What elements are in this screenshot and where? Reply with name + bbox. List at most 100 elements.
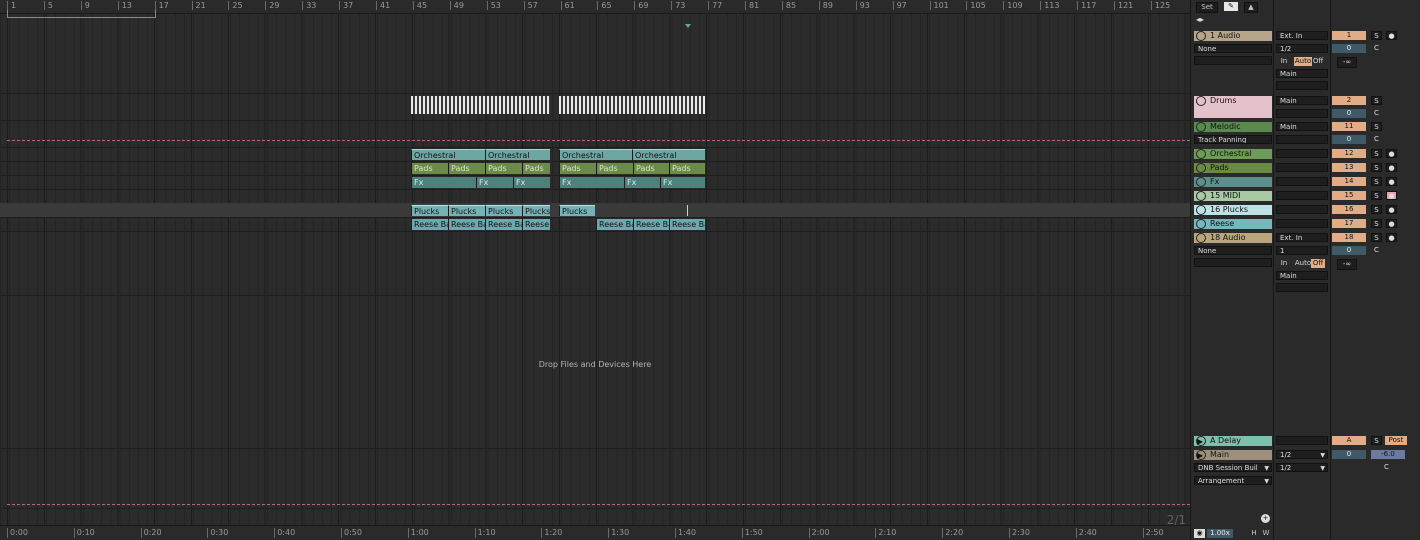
pencil-icon[interactable]: ✎ (1224, 2, 1238, 11)
arm-record-icon[interactable]: ● (1386, 191, 1397, 200)
arm-record-icon[interactable]: ● (1386, 163, 1397, 172)
solo-button[interactable]: S (1371, 233, 1382, 242)
track-header[interactable]: Melodic (1194, 122, 1272, 132)
track-toggle-icon[interactable] (1196, 96, 1206, 106)
zoom-readout[interactable]: 1.00x (1207, 529, 1233, 538)
track-volume[interactable]: 0 (1332, 135, 1366, 144)
track-toggle-icon[interactable] (1196, 233, 1206, 243)
clip-pads[interactable]: Pads (633, 163, 669, 174)
drums-clip[interactable] (411, 96, 550, 114)
track-toggle-icon[interactable] (1196, 219, 1206, 229)
track-toggle-icon[interactable] (1196, 191, 1206, 201)
solo-button[interactable]: S (1371, 31, 1382, 40)
track-toggle-icon[interactable] (1196, 177, 1206, 187)
lane-1-audio[interactable] (0, 13, 1190, 94)
nav-arrows-icon[interactable]: ◂▸ (1196, 15, 1204, 24)
main-cue-select[interactable]: 1/2 ▼ (1276, 463, 1328, 472)
main-device-select[interactable]: DNB Session Buil ▼ (1194, 463, 1272, 472)
clip-pads[interactable]: Pads (485, 163, 522, 174)
main-track-header[interactable]: ▶ Main (1194, 450, 1272, 460)
output-select[interactable]: Main (1276, 271, 1328, 280)
clip-pads[interactable]: Pads (669, 163, 705, 174)
monitor-auto-button[interactable]: Auto (1294, 57, 1312, 66)
time-ruler[interactable]: 0:00 0:10 0:20 0:30 0:40 0:50 1:00 1:10 1:20 1:30… (0, 525, 1190, 540)
solo-button[interactable]: S (1371, 122, 1382, 131)
clip-fx[interactable]: Fx (411, 177, 476, 188)
input-sub-select[interactable]: None (1194, 44, 1272, 53)
track-toggle-icon[interactable]: ▶ (1196, 450, 1206, 460)
main-volume[interactable]: 0 (1332, 450, 1366, 459)
panning-mode-select[interactable]: Track Panning (1194, 135, 1272, 144)
track-header[interactable]: 18 Audio (1194, 233, 1272, 243)
drums-clip[interactable] (559, 96, 705, 114)
track-pan[interactable]: C (1371, 135, 1382, 144)
clip-reese[interactable]: Reese Bas (596, 219, 633, 230)
clip-pads[interactable]: Pads (559, 163, 596, 174)
track-header[interactable]: Fx (1194, 177, 1272, 187)
clip-pads[interactable]: Pads (448, 163, 485, 174)
clip-fx[interactable]: Fx (513, 177, 550, 188)
main-pan[interactable]: C (1381, 463, 1392, 472)
return-post-button[interactable]: Post (1385, 436, 1407, 445)
clip-fx[interactable]: Fx (476, 177, 513, 188)
clip-plucks[interactable]: Plucks (485, 205, 522, 216)
monitor-off-button[interactable]: Off (1311, 57, 1325, 66)
arm-record-icon[interactable]: ● (1386, 219, 1397, 228)
clip-orchestral[interactable]: Orchestral (485, 149, 550, 160)
clip-reese[interactable]: Reese Bas (633, 219, 669, 230)
solo-button[interactable]: S (1371, 191, 1382, 200)
input-channel-select[interactable]: 1 (1276, 246, 1328, 255)
main-db-readout[interactable]: -6.0 (1371, 450, 1405, 459)
clip-orchestral[interactable]: Orchestral (411, 149, 485, 160)
track-header[interactable]: 1 Audio (1194, 31, 1272, 41)
return-output-box[interactable] (1276, 436, 1328, 445)
monitor-off-button[interactable]: Off (1311, 259, 1325, 268)
playhead-marker-icon[interactable] (685, 24, 691, 28)
return-track-header[interactable]: ▶ A Delay (1194, 436, 1272, 446)
lane-18-audio[interactable] (0, 231, 1190, 296)
clip-pads[interactable]: Pads (522, 163, 550, 174)
track-toggle-icon[interactable]: ▶ (1196, 436, 1206, 446)
lane-melodic[interactable] (0, 120, 1190, 148)
clip-pads[interactable]: Pads (411, 163, 448, 174)
clip-reese[interactable]: Reese Bas (485, 219, 522, 230)
clip-plucks[interactable]: Plucks (522, 205, 550, 216)
track-toggle-icon[interactable] (1196, 122, 1206, 132)
track-pan[interactable]: C (1371, 44, 1382, 53)
monitor-in-button[interactable]: In (1277, 259, 1291, 268)
clip-orchestral[interactable]: Orchestral (559, 149, 632, 160)
lane-a-delay[interactable] (0, 434, 1190, 449)
input-type-select[interactable]: Ext. In (1276, 233, 1328, 242)
set-button[interactable]: Set (1196, 2, 1218, 13)
track-volume[interactable]: 0 (1332, 109, 1366, 118)
clip-reese[interactable]: Reese Bas (669, 219, 705, 230)
clip-reese[interactable]: Reese Bas (448, 219, 485, 230)
solo-button[interactable]: S (1371, 96, 1382, 105)
return-solo-button[interactable]: S (1371, 436, 1382, 445)
lane-reese[interactable] (0, 217, 1190, 232)
lane-main[interactable] (0, 448, 1190, 509)
output-select[interactable]: Main (1276, 96, 1328, 105)
lane-16-plucks[interactable] (0, 203, 1190, 218)
arm-record-icon[interactable]: ● (1386, 177, 1397, 186)
track-pan[interactable]: C (1371, 109, 1382, 118)
lock-icon[interactable]: ▲ (1244, 2, 1258, 13)
clip-reese[interactable]: Reese B (522, 219, 550, 230)
solo-button[interactable]: S (1371, 149, 1382, 158)
input-type-select[interactable]: Ext. In (1276, 31, 1328, 40)
clip-pads[interactable]: Pads (596, 163, 633, 174)
track-header[interactable]: Orchestral (1194, 149, 1272, 159)
track-header[interactable]: Reese (1194, 219, 1272, 229)
input-channel-select[interactable]: 1/2 (1276, 44, 1328, 53)
follow-icon[interactable]: ◉ (1194, 529, 1205, 538)
clip-plucks[interactable]: Plucks (559, 205, 595, 216)
track-header[interactable]: Pads (1194, 163, 1272, 173)
track-volume[interactable]: 0 (1332, 44, 1366, 53)
track-toggle-icon[interactable] (1196, 205, 1206, 215)
track-header[interactable]: Drums (1194, 96, 1272, 118)
solo-button[interactable]: S (1371, 205, 1382, 214)
track-toggle-icon[interactable] (1196, 31, 1206, 41)
lane-15-midi[interactable] (0, 189, 1190, 204)
monitor-auto-button[interactable]: Auto (1294, 259, 1312, 268)
clip-plucks[interactable]: Plucks (411, 205, 448, 216)
